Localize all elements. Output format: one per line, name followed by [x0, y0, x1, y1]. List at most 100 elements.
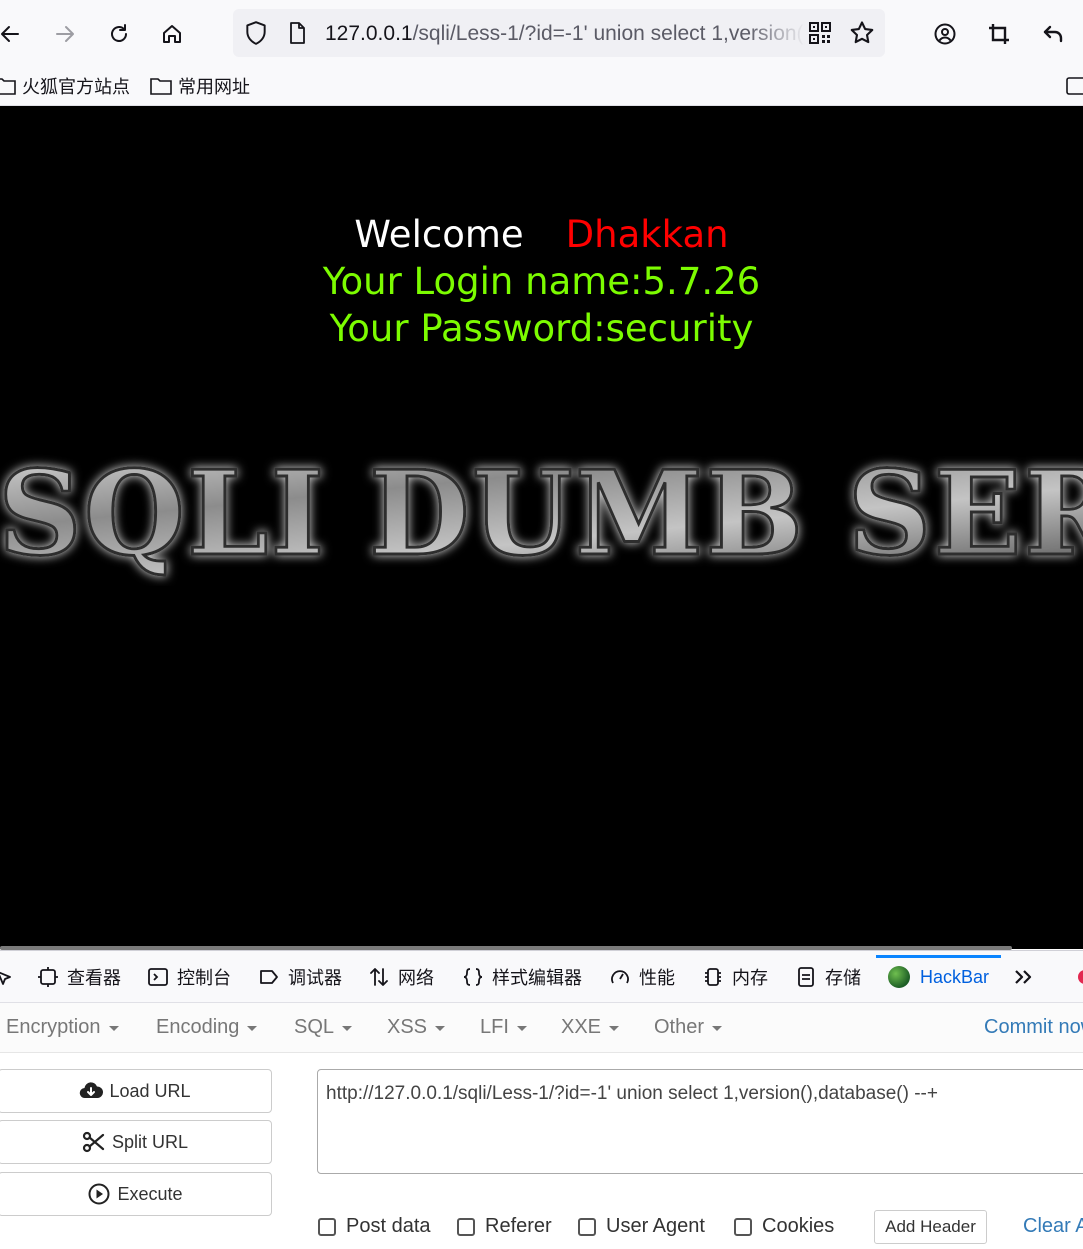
- other-bookmarks[interactable]: [1066, 73, 1083, 99]
- shield-icon[interactable]: [243, 20, 269, 46]
- caret-down-icon: [435, 1026, 446, 1031]
- checkbox-label: Post data: [346, 1215, 431, 1237]
- caret-down-icon: [342, 1026, 353, 1031]
- braces-icon: [463, 968, 483, 986]
- menu-label: Encryption: [6, 1016, 101, 1038]
- button-label: Load URL: [109, 1080, 191, 1101]
- checkbox-label: Cookies: [762, 1215, 835, 1237]
- forward-button[interactable]: [45, 14, 85, 54]
- more-tabs-button[interactable]: [1012, 951, 1042, 1003]
- add-header-button[interactable]: Add Header: [874, 1210, 987, 1244]
- undo-arrow-icon: [1043, 25, 1063, 43]
- checkbox-box[interactable]: [457, 1217, 475, 1236]
- menu-other[interactable]: Other: [654, 1016, 723, 1039]
- bookmark-common-urls[interactable]: 常用网址: [150, 73, 250, 99]
- devtools-panel: 查看器 控制台 调试器 网络 样式编辑器 性能 内存 存储 HackBar En…: [0, 950, 1083, 1249]
- checkbox-box[interactable]: [734, 1217, 752, 1236]
- crop-icon: [989, 24, 1009, 44]
- tab-label: 内存: [732, 968, 768, 988]
- picker-icon: [0, 971, 11, 985]
- arrow-right-icon: [56, 26, 74, 42]
- caret-down-icon: [247, 1026, 258, 1031]
- screenshot-button[interactable]: [979, 14, 1019, 54]
- page-icon[interactable]: [285, 20, 309, 46]
- error-indicator-icon[interactable]: [1078, 970, 1083, 984]
- bookmark-label: 常用网址: [178, 77, 250, 97]
- tab-label: 网络: [398, 968, 434, 988]
- load-url-button[interactable]: Load URL: [0, 1069, 272, 1113]
- button-label: Split URL: [111, 1131, 189, 1152]
- tab-style-editor[interactable]: 样式编辑器: [462, 951, 582, 1003]
- checkbox-box[interactable]: [578, 1217, 596, 1236]
- login-name-line: Your Login name:5.7.26: [322, 260, 761, 303]
- caret-down-icon: [609, 1026, 620, 1031]
- menu-xss[interactable]: XSS: [387, 1016, 446, 1039]
- url-host: 127.0.0.1: [325, 22, 413, 45]
- bookmark-label: 火狐官方站点: [22, 77, 130, 97]
- account-button[interactable]: [925, 14, 965, 54]
- checkbox-label: User Agent: [606, 1215, 705, 1237]
- menu-encryption[interactable]: Encryption: [6, 1016, 119, 1039]
- cloud-download-icon: [80, 1082, 104, 1099]
- tab-hackbar[interactable]: HackBar: [875, 951, 1002, 1003]
- inspector-icon: [38, 967, 58, 987]
- memory-chip-icon: [705, 968, 721, 986]
- tab-label: 查看器: [67, 968, 121, 988]
- referer-checkbox[interactable]: Referer: [457, 1215, 552, 1238]
- split-url-button[interactable]: Split URL: [0, 1120, 272, 1164]
- tab-network[interactable]: 网络: [368, 951, 434, 1003]
- welcome-label: Welcome: [354, 213, 524, 256]
- play-circle-icon: [88, 1183, 110, 1205]
- debugger-icon: [260, 970, 278, 984]
- tab-console[interactable]: 控制台: [147, 951, 231, 1003]
- caret-down-icon: [712, 1026, 723, 1031]
- tab-label: 调试器: [288, 968, 342, 988]
- tab-label: 存储: [825, 968, 861, 988]
- menu-label: Other: [654, 1016, 705, 1038]
- tab-inspector[interactable]: 查看器: [37, 951, 121, 1003]
- user-agent-checkbox[interactable]: User Agent: [578, 1215, 705, 1238]
- bookmark-star-icon[interactable]: [848, 19, 876, 47]
- clear-all-link[interactable]: Clear All: [1023, 1215, 1083, 1238]
- cookies-checkbox[interactable]: Cookies: [734, 1215, 834, 1238]
- tab-debugger[interactable]: 调试器: [258, 951, 342, 1003]
- undo-button[interactable]: [1033, 14, 1073, 54]
- menu-label: LFI: [480, 1016, 509, 1038]
- execute-button[interactable]: Execute: [0, 1172, 272, 1216]
- menu-label: Encoding: [156, 1016, 240, 1038]
- menu-label: XSS: [387, 1016, 428, 1038]
- reload-button[interactable]: [99, 14, 139, 54]
- folder-icon: [0, 78, 16, 95]
- url-textarea[interactable]: http://127.0.0.1/sqli/Less-1/?id=-1' uni…: [317, 1069, 1083, 1174]
- tab-memory[interactable]: 内存: [702, 951, 768, 1003]
- double-chevron-right-icon: [1015, 970, 1032, 984]
- checkbox-label: Referer: [485, 1215, 552, 1237]
- qr-code-icon[interactable]: [808, 21, 832, 45]
- menu-label: XXE: [561, 1016, 602, 1038]
- bookmark-firefox-site[interactable]: 火狐官方站点: [0, 73, 130, 99]
- tab-label: 性能: [639, 968, 675, 988]
- commit-now-link[interactable]: Commit now!: [984, 1016, 1083, 1039]
- tab-storage[interactable]: 存储: [795, 951, 861, 1003]
- home-icon: [163, 25, 181, 43]
- checkbox-box[interactable]: [318, 1217, 336, 1236]
- element-picker-button[interactable]: [0, 951, 22, 1003]
- menu-xxe[interactable]: XXE: [561, 1016, 620, 1039]
- bookmarks-toolbar: 火狐官方站点 常用网址: [0, 66, 1083, 106]
- hackbar-menu: Encryption Encoding SQL XSS LFI XXE Othe…: [0, 1003, 1083, 1053]
- console-icon: [148, 968, 168, 986]
- post-data-checkbox[interactable]: Post data: [318, 1215, 431, 1238]
- address-bar[interactable]: 127.0.0.1/sqli/Less-1/?id=-1' union sele…: [233, 9, 885, 57]
- password-line: Your Password:security: [329, 307, 754, 350]
- arrow-left-icon: [1, 26, 19, 42]
- storage-icon: [798, 967, 814, 987]
- back-button[interactable]: [0, 14, 30, 54]
- url-text[interactable]: 127.0.0.1/sqli/Less-1/?id=-1' union sele…: [325, 21, 805, 47]
- menu-lfi[interactable]: LFI: [480, 1016, 527, 1039]
- tab-performance[interactable]: 性能: [609, 951, 675, 1003]
- reload-icon: [111, 24, 127, 42]
- menu-encoding[interactable]: Encoding: [156, 1016, 258, 1039]
- home-button[interactable]: [152, 14, 192, 54]
- menu-sql[interactable]: SQL: [294, 1016, 353, 1039]
- gauge-icon: [611, 970, 629, 984]
